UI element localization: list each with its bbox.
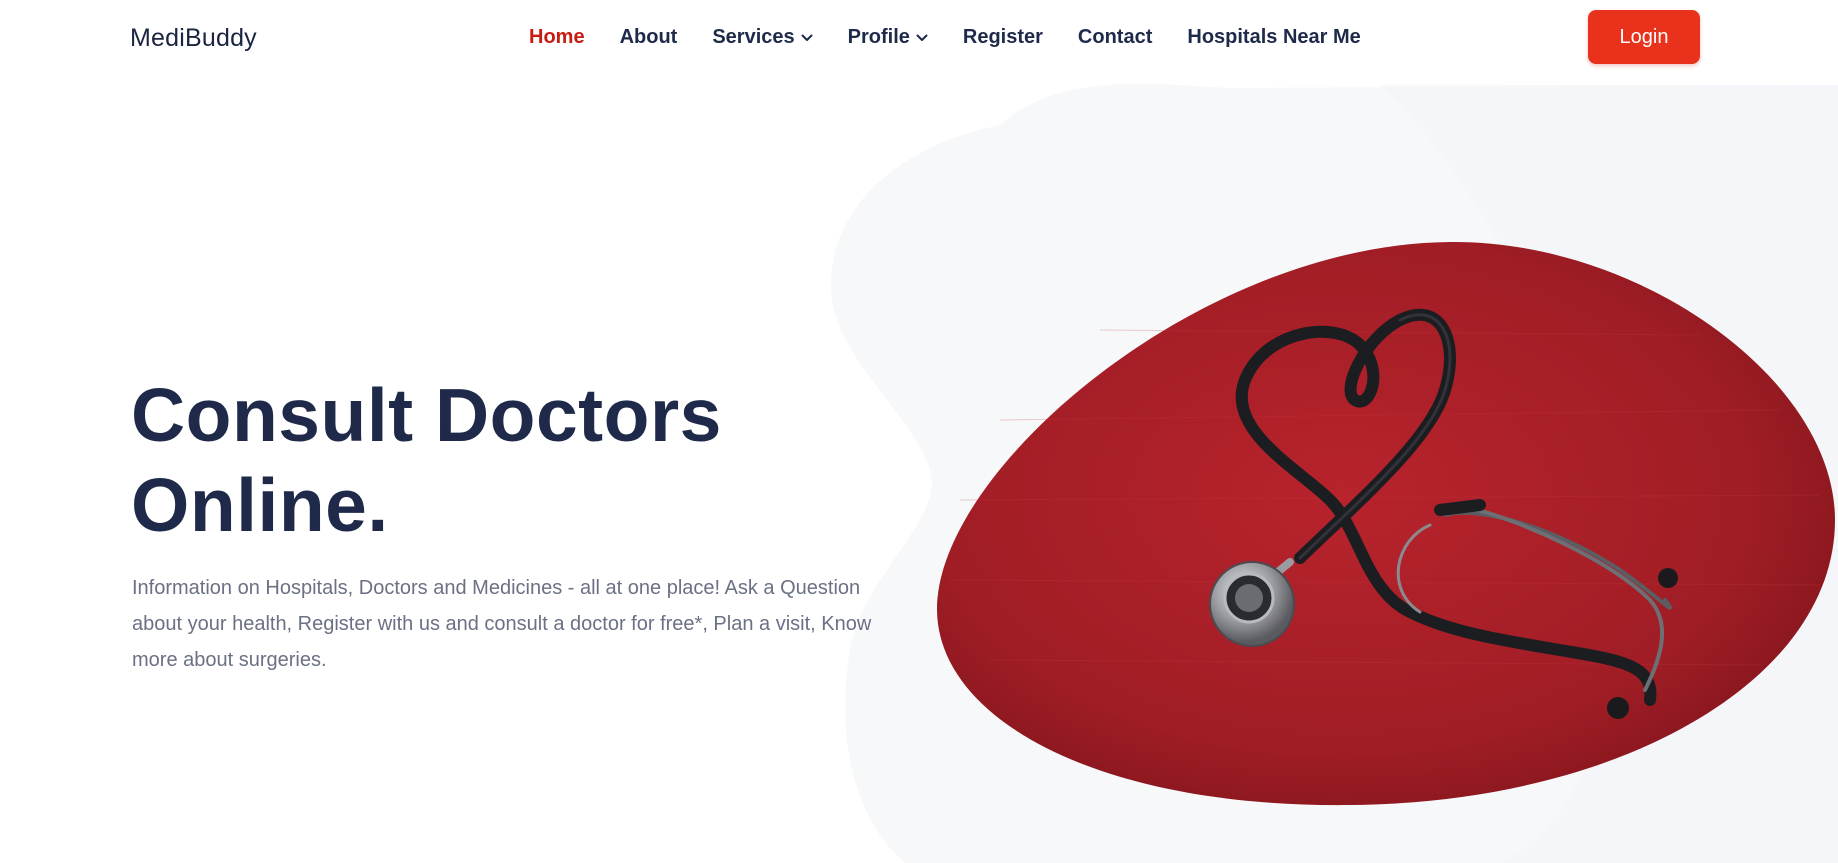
nav-profile[interactable]: Profile bbox=[848, 26, 928, 49]
nav-about[interactable]: About bbox=[620, 26, 678, 49]
nav-services[interactable]: Services bbox=[712, 26, 813, 49]
nav-home[interactable]: Home bbox=[529, 26, 585, 49]
nav-register[interactable]: Register bbox=[963, 26, 1043, 49]
chevron-down-icon bbox=[801, 34, 813, 42]
nav-profile-label: Profile bbox=[847, 26, 910, 48]
nav-services-label: Services bbox=[712, 26, 795, 48]
hero-title: Consult Doctors Online. bbox=[131, 370, 891, 550]
nav-contact[interactable]: Contact bbox=[1078, 26, 1152, 49]
chevron-down-icon bbox=[916, 34, 928, 42]
hero-title-line2: Online. bbox=[131, 463, 389, 547]
nav-register-label: Register bbox=[962, 26, 1043, 48]
login-button[interactable]: Login bbox=[1588, 10, 1700, 64]
nav-contact-label: Contact bbox=[1077, 26, 1153, 48]
nav-hospitals-label: Hospitals Near Me bbox=[1187, 26, 1361, 48]
main-nav: Home About Services Profile Register Con… bbox=[529, 26, 1396, 49]
nav-about-label: About bbox=[619, 26, 678, 48]
nav-hospitals-near-me[interactable]: Hospitals Near Me bbox=[1187, 26, 1360, 49]
hero-description: Information on Hospitals, Doctors and Me… bbox=[132, 577, 872, 671]
hero-title-line1: Consult Doctors bbox=[131, 373, 722, 457]
brand-logo[interactable]: MediBuddy bbox=[130, 24, 257, 53]
nav-home-label: Home bbox=[529, 26, 585, 48]
top-navbar: MediBuddy Home About Services Profile Re… bbox=[0, 0, 1838, 78]
